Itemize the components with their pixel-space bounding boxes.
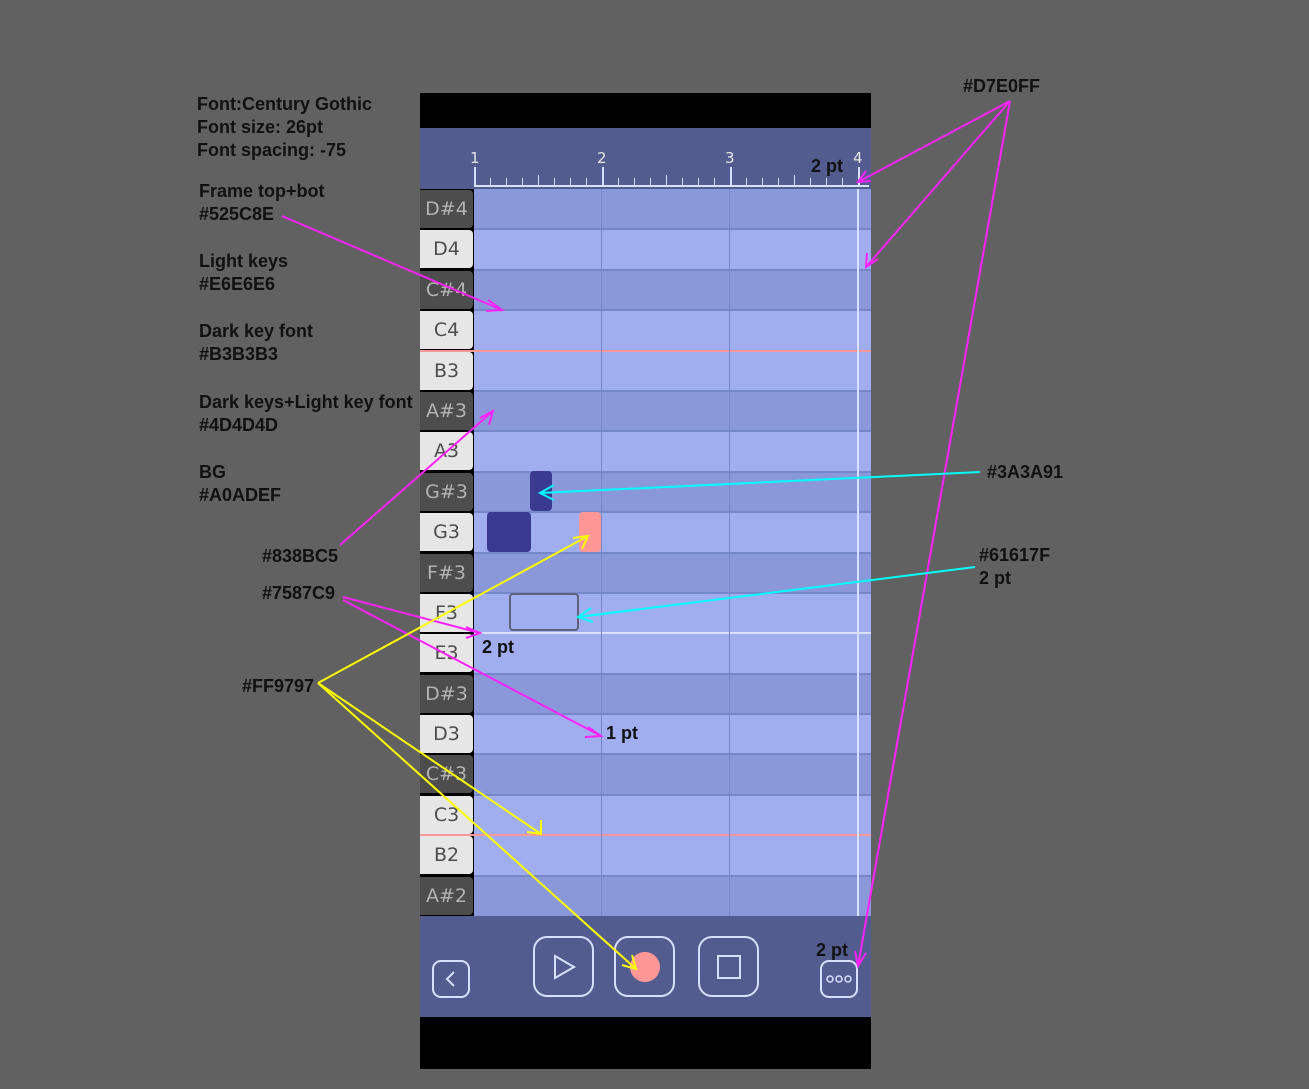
annotation-arrows xyxy=(281,100,1011,971)
